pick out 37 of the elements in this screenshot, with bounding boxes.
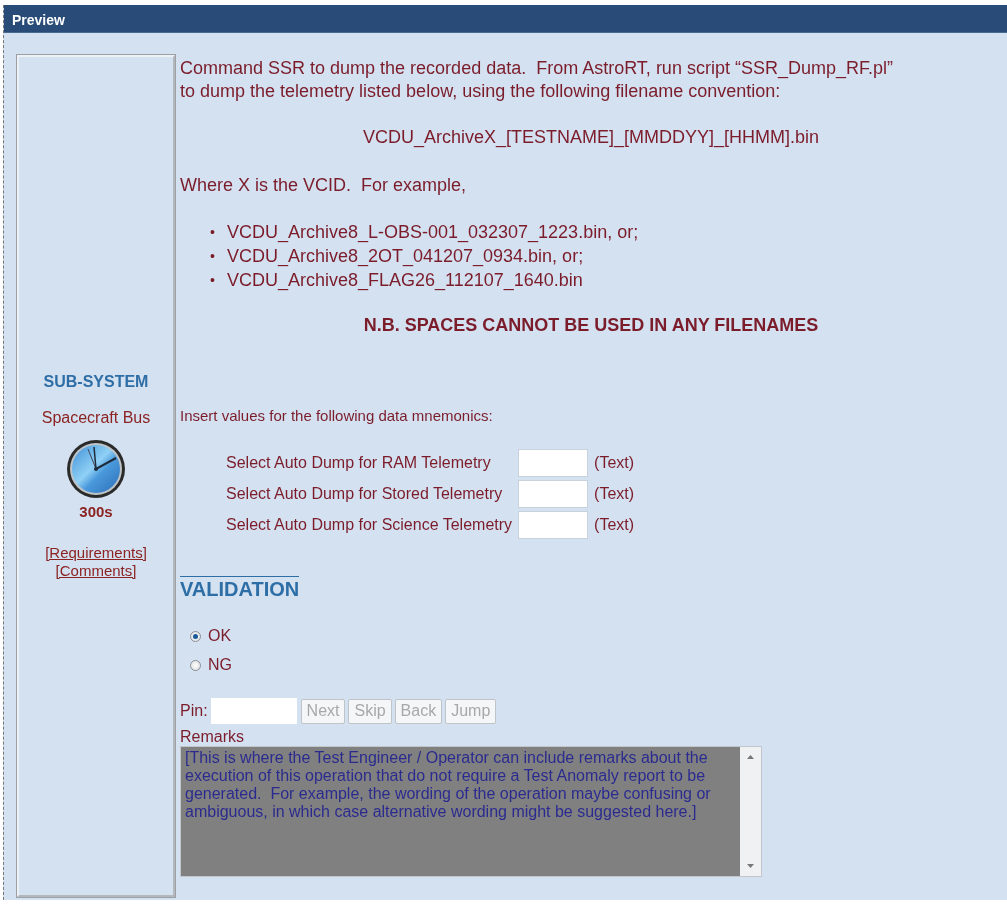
bullet: • [210, 223, 215, 242]
bullet: • [210, 271, 215, 290]
type-hint: (Text) [594, 485, 635, 503]
field-label: Select Auto Dump for Science Telemetry [226, 516, 513, 534]
input-field[interactable] [518, 480, 589, 508]
example-item: VCDU_Archive8_L-OBS-001_032307_1223.bin, or; [226, 221, 639, 244]
instruction-text: Command SSR to dump the recorded data. From AstroRT, run script “SSR_Dump_RF.pl” to dump the telemetry listed below, using the following filename convention: [180, 57, 894, 103]
subsystem-name: Spacecraft Bus [41, 408, 151, 427]
prompt-text: Insert values for the following data mnemonics: [180, 407, 494, 424]
example-item: VCDU_Archive8_2OT_041207_0934.bin, or; [226, 245, 584, 268]
radio-button[interactable] [190, 659, 201, 671]
section-heading: VALIDATION [180, 576, 300, 601]
radio-button[interactable] [190, 630, 201, 642]
scrollbar[interactable] [740, 747, 761, 876]
filename-pattern: VCDU_ArchiveX_[TESTNAME]_[MMDDYY]_[HHMM].bin [361, 127, 821, 148]
radio-label: OK [208, 627, 232, 645]
radio-label: NG [208, 656, 232, 674]
remarks-label: Remarks [180, 728, 245, 746]
pin-field[interactable] [210, 698, 297, 724]
instruction-text: Where X is the VCID. For example, [180, 175, 468, 196]
link[interactable]: [Comments] [55, 561, 137, 580]
remarks-field[interactable]: [This is where the Test Engineer / Operator can include remarks about the execution of this operation that do not require a Test Anomaly report to be generated. For example, the wording of the operation maybe confusing or ambiguous, in which case alternative wording might be suggested here.] [180, 746, 762, 877]
bullet: • [210, 247, 215, 266]
input-field[interactable] [518, 449, 589, 477]
window-title: Preview [4, 5, 1007, 33]
example-item: VCDU_Archive8_FLAG26_112107_1640.bin [226, 269, 583, 292]
input-field[interactable] [518, 511, 589, 539]
type-hint: (Text) [594, 516, 635, 534]
field-label: Select Auto Dump for RAM Telemetry [226, 454, 492, 472]
warning-note: N.B. SPACES CANNOT BE USED IN ANY FILENAMES [362, 315, 820, 336]
link[interactable]: [Requirements] [45, 543, 147, 562]
section-heading: SUB-SYSTEM [43, 372, 149, 391]
pin-label: Pin: [180, 702, 208, 720]
type-hint: (Text) [594, 454, 635, 472]
field-label: Select Auto Dump for Stored Telemetry [226, 485, 504, 503]
timer-label: 300s [79, 502, 113, 520]
clock-icon [66, 438, 126, 499]
